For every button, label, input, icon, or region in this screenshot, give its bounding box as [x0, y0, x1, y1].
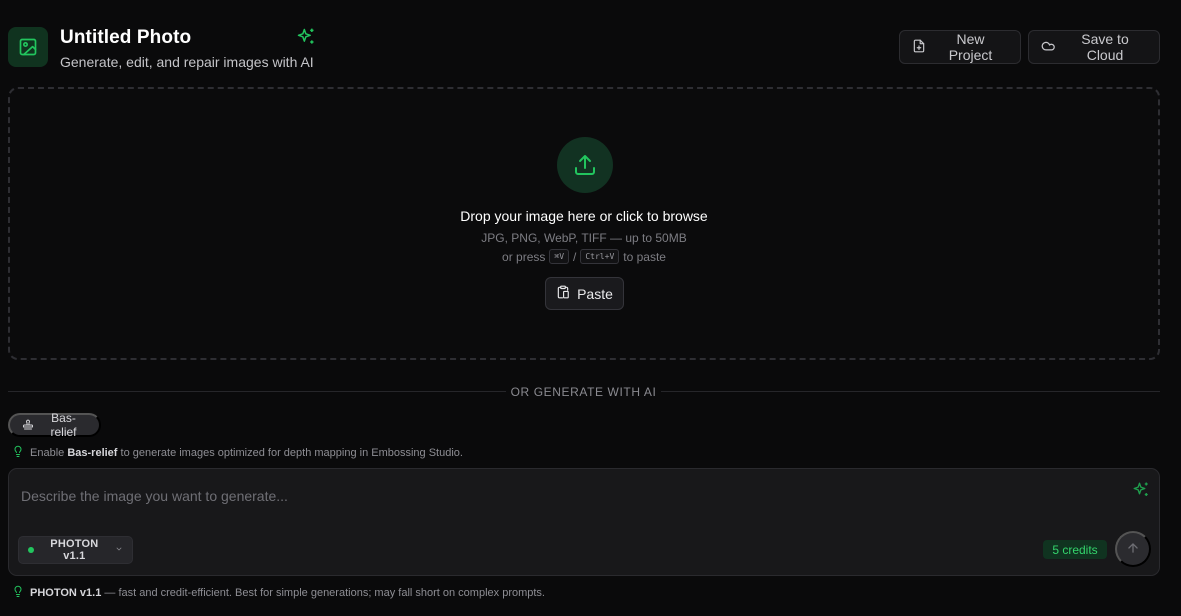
model-select[interactable]: PHOTON v1.1: [18, 536, 133, 564]
page-title: Untitled Photo: [60, 27, 192, 48]
dropzone-title: Drop your image here or click to browse: [460, 208, 708, 224]
paste-hint-suffix: to paste: [623, 249, 666, 264]
app-root: Untitled Photo Generate, edit, and repai…: [0, 0, 1181, 616]
shortcut-separator: /: [573, 249, 577, 264]
new-project-button[interactable]: New Project: [899, 30, 1021, 64]
arrow-up-icon: [1126, 541, 1140, 558]
lightbulb-icon: [12, 585, 24, 601]
lightbulb-icon: [12, 445, 24, 461]
dropzone-formats: JPG, PNG, WebP, TIFF — up to 50MB: [481, 231, 687, 245]
shortcut-mac-key: ⌘V: [549, 249, 570, 264]
bas-relief-toggle[interactable]: Bas-relief: [8, 411, 101, 439]
generate-send-button[interactable]: [1115, 531, 1151, 567]
bas-relief-hint-prefix: Enable: [30, 447, 65, 459]
divider-line-right: [661, 391, 1160, 392]
model-select-label: PHOTON v1.1: [50, 538, 99, 562]
model-hint-text: — fast and credit-efficient. Best for si…: [104, 587, 545, 599]
chevron-down-icon: [115, 544, 123, 556]
stamp-icon: [22, 418, 34, 433]
bas-relief-hint-suffix: to generate images optimized for depth m…: [120, 447, 463, 459]
credits-badge: 5 credits: [1043, 540, 1107, 559]
model-hint: PHOTON v1.1 — fast and credit-efficient.…: [12, 585, 545, 601]
image-dropzone[interactable]: Drop your image here or click to browse …: [8, 87, 1160, 360]
model-hint-bold: PHOTON v1.1: [30, 587, 102, 599]
prompt-panel: PHOTON v1.1 5 credits: [8, 468, 1160, 576]
file-plus-icon: [912, 39, 926, 56]
paste-button[interactable]: Paste: [545, 277, 624, 310]
upload-icon: [557, 137, 613, 193]
cloud-icon: [1041, 38, 1056, 56]
save-to-cloud-label: Save to Cloud: [1081, 31, 1129, 63]
bas-relief-hint: Enable Bas-relief to generate images opt…: [12, 445, 463, 461]
sparkle-icon[interactable]: [296, 27, 316, 47]
generate-divider-label: OR GENERATE WITH AI: [510, 385, 657, 399]
model-status-dot: [28, 547, 34, 553]
paste-button-label: Paste: [577, 285, 613, 302]
image-icon: [8, 27, 48, 67]
enhance-prompt-sparkle-icon[interactable]: [1132, 481, 1150, 499]
save-to-cloud-button[interactable]: Save to Cloud: [1028, 30, 1160, 64]
bas-relief-hint-bold: Bas-relief: [67, 447, 118, 459]
new-project-label: New Project: [948, 31, 993, 63]
shortcut-win-key: Ctrl+V: [580, 249, 620, 264]
paste-hint-prefix: or press: [502, 249, 546, 264]
clipboard-icon: [556, 285, 570, 302]
page-subtitle: Generate, edit, and repair images with A…: [60, 54, 314, 70]
bas-relief-label: Bas-relief: [50, 411, 77, 439]
divider-line-left: [8, 391, 506, 392]
prompt-input[interactable]: [21, 488, 1121, 504]
paste-shortcut-hint: or press ⌘V / Ctrl+V to paste: [10, 249, 1158, 264]
